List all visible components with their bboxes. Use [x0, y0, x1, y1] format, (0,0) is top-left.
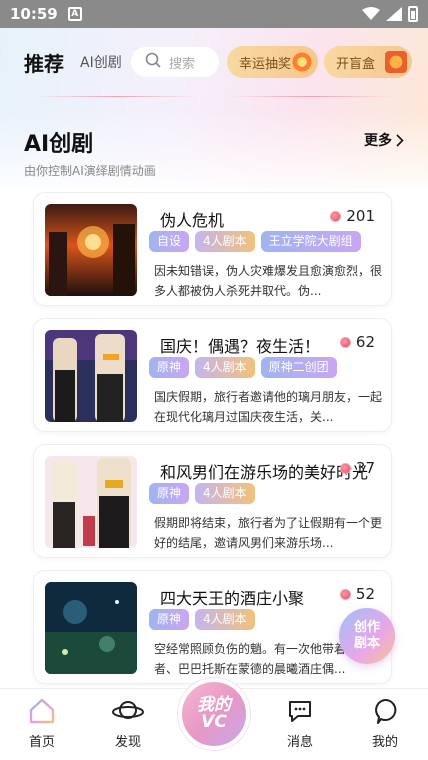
card-thumbnail	[45, 330, 137, 422]
search-icon	[145, 52, 161, 72]
hot-value: 62	[355, 333, 375, 351]
profile-bubble-icon	[375, 698, 397, 724]
hot-value: 201	[346, 207, 375, 225]
fire-icon	[339, 336, 351, 348]
tag-list: 自设 4人剧本 王立学院大剧组	[149, 231, 361, 252]
search-input[interactable]: 搜索	[131, 47, 219, 77]
more-link[interactable]: 更多	[364, 130, 404, 150]
hot-count: 37	[339, 459, 375, 477]
nav-home-label: 首页	[28, 735, 55, 750]
tag: 4人剧本	[195, 357, 255, 378]
nav-mine-label: 我的	[371, 735, 398, 750]
chevron-right-icon	[396, 133, 404, 147]
hot-value: 37	[355, 459, 375, 477]
chat-bubble-icon	[289, 701, 311, 722]
tag: 原神二创团	[260, 357, 337, 378]
lucky-draw-label: 幸运抽奖	[239, 56, 292, 72]
blind-box-button[interactable]: 开盲盒	[324, 46, 412, 78]
gift-box-icon	[385, 51, 407, 73]
script-card[interactable]: 国庆！偶遇？夜生活！ 62 原神 4人剧本 原神二创团 国庆假期，旅行者邀请他的…	[33, 318, 392, 432]
nav-messages-label: 消息	[286, 735, 313, 750]
script-card[interactable]: 和风男们在游乐场的美好时光 37 原神 4人剧本 假期即将结束，旅行者为了让假期…	[33, 444, 392, 558]
tag: 原神	[149, 609, 190, 630]
tag: 自设	[149, 231, 190, 252]
tag: 4人剧本	[195, 609, 255, 630]
tag: 4人剧本	[195, 483, 255, 504]
card-thumbnail	[45, 204, 137, 296]
fire-icon	[339, 588, 351, 600]
lucky-wheel-icon	[291, 51, 313, 73]
blind-box-label: 开盲盒	[336, 56, 376, 72]
tag: 4人剧本	[195, 231, 255, 252]
hot-count: 52	[339, 585, 375, 603]
header-divider-left	[34, 96, 198, 97]
tag-list: 原神 4人剧本 原神二创团	[149, 357, 337, 378]
header-divider-right	[228, 96, 394, 97]
hot-value: 52	[355, 585, 375, 603]
fab-label-line2: 剧本	[353, 636, 380, 651]
hot-count: 62	[339, 333, 375, 351]
notification-icon: A	[67, 7, 82, 21]
tab-ai-create[interactable]: AI创剧	[80, 52, 122, 72]
tag: 原神	[149, 357, 190, 378]
status-time: 10:59	[10, 5, 58, 23]
my-vc-label-line2: VC	[201, 712, 227, 732]
home-icon	[29, 698, 55, 724]
nav-discover[interactable]: 发现	[98, 697, 158, 750]
card-thumbnail	[45, 456, 137, 548]
card-description: 因未知错误，伪人灾难爆发且愈演愈烈，很多人都被伪人杀死并取代。伪...	[154, 264, 382, 298]
card-description: 假期即将结束，旅行者为了让假期有一个更好的结尾，邀请风男们来游乐场...	[154, 516, 382, 550]
card-thumbnail	[45, 582, 137, 674]
card-title: 伪人危机	[160, 211, 225, 230]
my-vc-button[interactable]: 我的 VC	[178, 678, 250, 750]
search-placeholder: 搜索	[169, 56, 196, 72]
fab-label-line1: 创作	[353, 620, 380, 635]
tag-list: 原神 4人剧本	[149, 483, 255, 504]
tag: 原神	[149, 483, 190, 504]
planet-icon	[112, 701, 144, 719]
status-bar: 10:59 A	[0, 0, 428, 28]
fire-icon	[330, 210, 342, 222]
card-description: 国庆假期，旅行者邀请他的璃月朋友，一起在现代化璃月过国庆夜生活，关...	[154, 390, 382, 424]
hot-count: 201	[330, 207, 375, 225]
card-title: 国庆！偶遇？夜生活！	[160, 337, 321, 356]
section-title: AI创剧	[24, 132, 94, 157]
card-title: 和风男们在游乐场的美好时光	[160, 463, 369, 482]
nav-discover-label: 发现	[114, 735, 141, 750]
top-nav: 推荐 AI创剧 搜索 幸运抽奖 开盲盒	[0, 44, 428, 80]
nav-messages[interactable]: 消息	[270, 697, 330, 750]
section-subtitle: 由你控制AI演绎剧情动画	[24, 164, 156, 178]
card-title: 四大天王的酒庄小聚	[160, 589, 305, 608]
fire-icon	[339, 462, 351, 474]
nav-home[interactable]: 首页	[12, 697, 72, 750]
nav-mine[interactable]: 我的	[355, 697, 415, 750]
battery-icon	[408, 6, 418, 22]
signal-icon	[386, 7, 402, 21]
script-card[interactable]: 伪人危机 201 自设 4人剧本 王立学院大剧组 因未知错误，伪人灾难爆发且愈演…	[33, 192, 392, 306]
create-script-button[interactable]: 创作 剧本	[339, 608, 395, 664]
more-label: 更多	[364, 133, 392, 149]
wifi-icon	[362, 7, 380, 21]
tab-recommend[interactable]: 推荐	[24, 48, 64, 77]
tag: 王立学院大剧组	[260, 231, 361, 252]
lucky-draw-button[interactable]: 幸运抽奖	[227, 46, 318, 78]
tag-list: 原神 4人剧本	[149, 609, 255, 630]
